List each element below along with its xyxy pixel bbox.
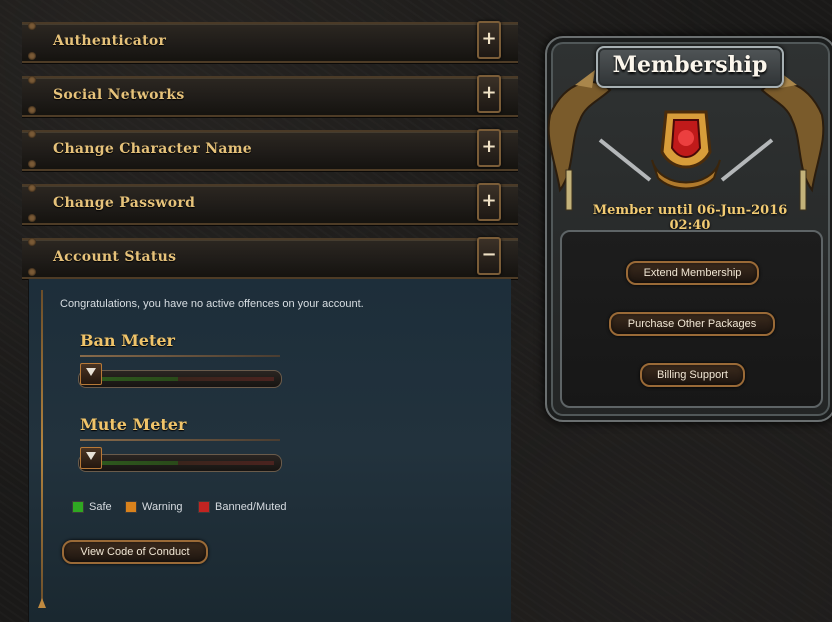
membership-header: Membership xyxy=(596,46,784,88)
view-code-of-conduct-button[interactable]: View Code of Conduct xyxy=(62,540,208,564)
membership-title: Membership xyxy=(612,52,768,78)
accordion-label: Account Status xyxy=(53,249,177,265)
billing-support-button[interactable]: Billing Support xyxy=(640,363,745,387)
expand-icon[interactable]: + xyxy=(477,183,501,221)
divider xyxy=(80,439,280,441)
expand-icon[interactable]: + xyxy=(477,75,501,113)
status-message: Congratulations, you have no active offe… xyxy=(60,298,364,310)
ban-meter xyxy=(72,363,286,389)
accordion-account-status[interactable]: Account Status − xyxy=(22,237,518,279)
legend-banned: Banned/Muted xyxy=(198,501,287,513)
ban-meter-title: Ban Meter xyxy=(80,331,175,350)
expand-icon[interactable]: + xyxy=(477,21,501,59)
warning-swatch xyxy=(125,501,137,513)
membership-expiry: Member until 06-Jun-2016 02:40 xyxy=(592,203,788,233)
meter-danger-zone xyxy=(178,461,274,465)
accordion-social-networks[interactable]: Social Networks + xyxy=(22,75,518,117)
collapse-icon[interactable]: − xyxy=(477,237,501,275)
legend-warning: Warning xyxy=(125,501,183,513)
accordion-label: Change Password xyxy=(53,195,196,211)
ban-meter-marker xyxy=(80,363,102,385)
legend-label: Safe xyxy=(89,501,112,513)
decorative-rail xyxy=(41,290,43,608)
safe-swatch xyxy=(72,501,84,513)
meter-danger-zone xyxy=(178,377,274,381)
expand-icon[interactable]: + xyxy=(477,129,501,167)
mute-meter xyxy=(72,447,286,473)
accordion-label: Social Networks xyxy=(53,87,185,103)
legend-label: Banned/Muted xyxy=(215,501,287,513)
legend-safe: Safe xyxy=(72,501,112,513)
mute-meter-title: Mute Meter xyxy=(80,415,187,434)
divider xyxy=(80,355,280,357)
mute-meter-marker xyxy=(80,447,102,469)
legend-label: Warning xyxy=(142,501,183,513)
accordion-change-character-name[interactable]: Change Character Name + xyxy=(22,129,518,171)
accordion-label: Change Character Name xyxy=(53,141,253,157)
banned-swatch xyxy=(198,501,210,513)
accordion-label: Authenticator xyxy=(53,33,167,49)
accordion-authenticator[interactable]: Authenticator + xyxy=(22,21,518,63)
extend-membership-button[interactable]: Extend Membership xyxy=(626,261,759,285)
accordion-change-password[interactable]: Change Password + xyxy=(22,183,518,225)
rail-tip-icon xyxy=(38,598,46,608)
purchase-other-packages-button[interactable]: Purchase Other Packages xyxy=(609,312,775,336)
